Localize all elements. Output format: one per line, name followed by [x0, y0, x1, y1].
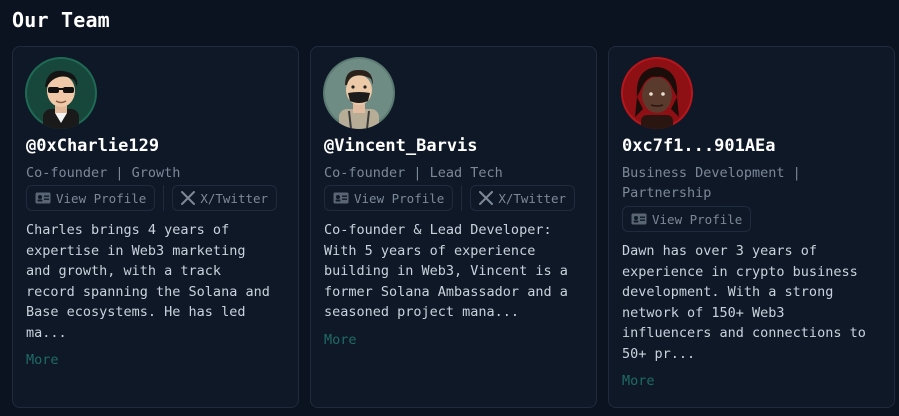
member-handle: 0xc7f1...901AEa — [622, 136, 776, 156]
member-role: Business Development | Partnership — [622, 165, 801, 201]
view-profile-label: View Profile — [652, 211, 743, 227]
view-profile-button[interactable]: View Profile — [622, 206, 752, 232]
divider — [163, 185, 165, 211]
team-card: @Vincent_Barvis Co-founder | Lead Tech V… — [310, 46, 597, 408]
view-profile-button[interactable]: View Profile — [324, 185, 454, 211]
member-description: Co-founder & Lead Developer: With 5 year… — [324, 222, 568, 320]
member-role: Co-founder | Lead Tech — [324, 165, 503, 181]
view-profile-label: View Profile — [56, 190, 147, 206]
view-profile-button[interactable]: View Profile — [26, 185, 156, 211]
more-link[interactable]: More — [622, 373, 655, 389]
x-logo-icon — [181, 191, 196, 205]
page-title: Our Team — [12, 8, 110, 32]
team-card: @0xCharlie129 Co-founder | Growth View P… — [12, 46, 299, 408]
action-row: View Profile X/Twitter — [324, 185, 576, 211]
member-role: Co-founder | Growth — [26, 165, 181, 181]
more-link[interactable]: More — [26, 352, 59, 368]
team-card: 0xc7f1...901AEa Business Development | P… — [608, 46, 895, 408]
action-row: View Profile — [622, 206, 752, 232]
avatar — [621, 57, 693, 129]
action-row: View Profile X/Twitter — [26, 185, 278, 211]
id-card-icon — [631, 213, 647, 225]
twitter-label: X/Twitter — [200, 190, 269, 206]
member-description: Dawn has over 3 years of experience in c… — [622, 243, 866, 362]
twitter-button[interactable]: X/Twitter — [172, 185, 278, 211]
member-description: Charles brings 4 years of expertise in W… — [26, 222, 270, 341]
divider — [461, 185, 463, 211]
member-handle: @Vincent_Barvis — [324, 136, 478, 156]
x-logo-icon — [479, 191, 494, 205]
twitter-button[interactable]: X/Twitter — [470, 185, 576, 211]
avatar — [25, 57, 97, 129]
id-card-icon — [35, 192, 51, 204]
member-handle: @0xCharlie129 — [26, 136, 160, 156]
avatar — [323, 57, 395, 129]
more-link[interactable]: More — [324, 332, 357, 348]
view-profile-label: View Profile — [354, 190, 445, 206]
id-card-icon — [333, 192, 349, 204]
twitter-label: X/Twitter — [498, 190, 567, 206]
